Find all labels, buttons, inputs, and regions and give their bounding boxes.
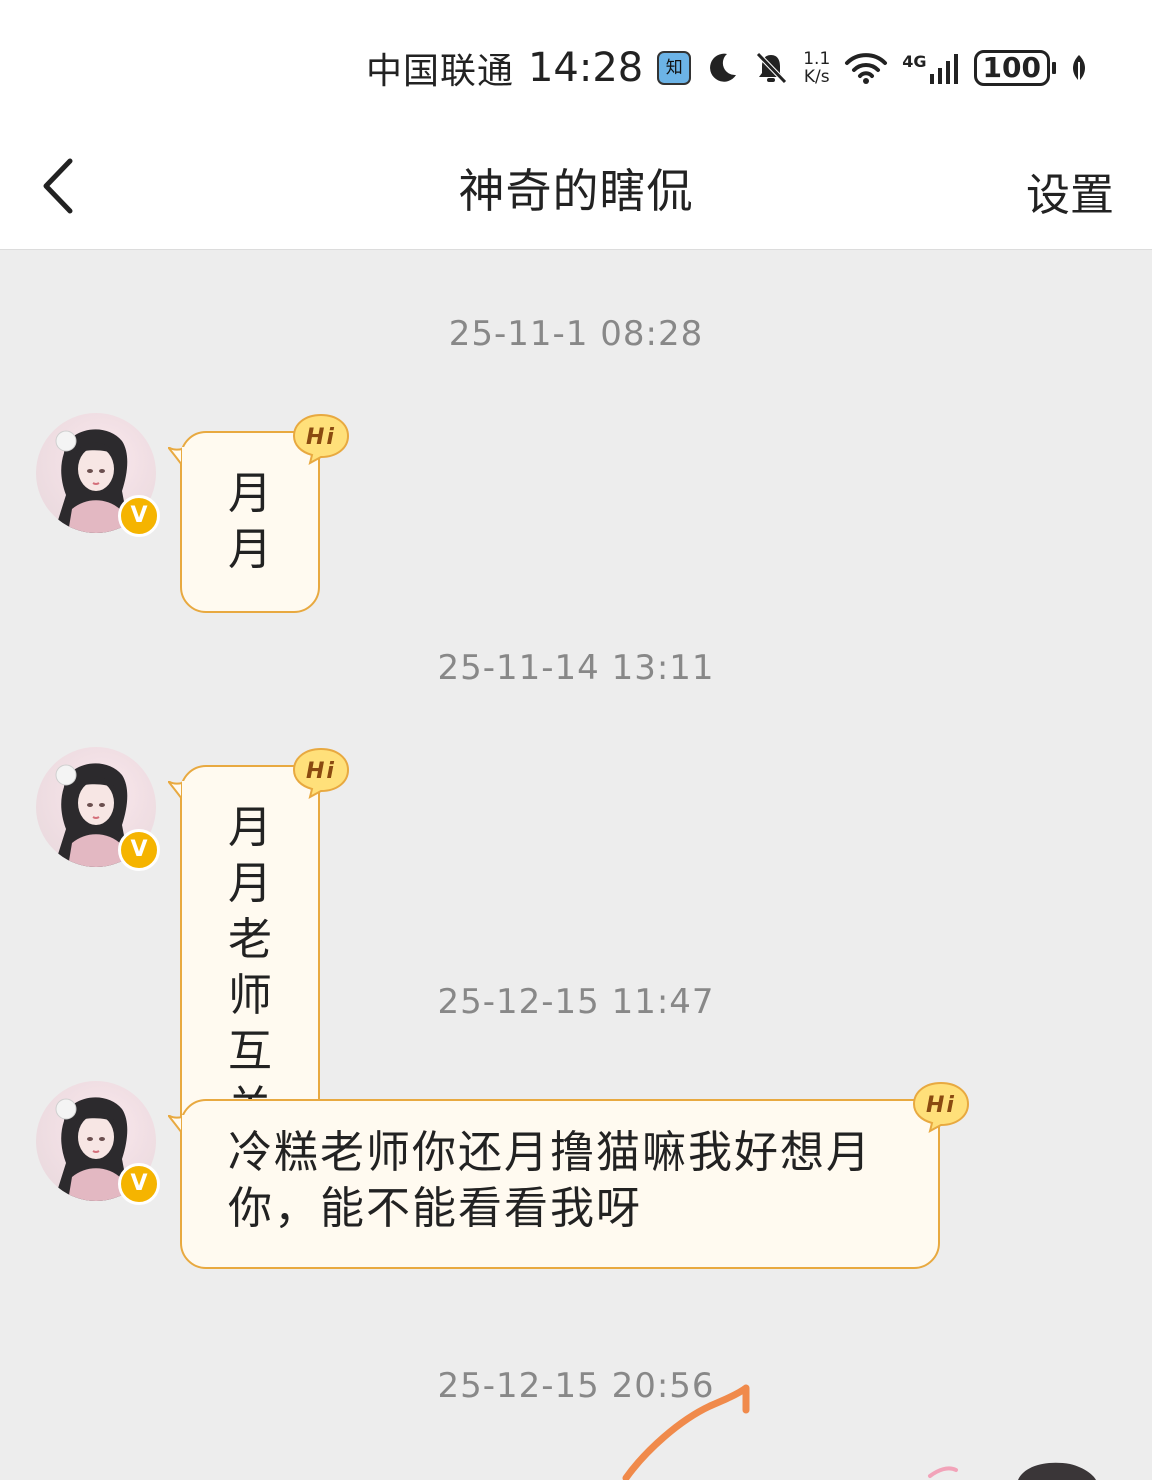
bubble-tail [168,1115,188,1135]
speed-value: 1.1 [803,49,831,69]
verified-badge-icon: V [118,829,160,871]
speed-unit: K/s [803,67,830,87]
message-bubble[interactable]: 月月 Hi [168,413,350,613]
hi-badge-icon: Hi [912,1081,970,1133]
page-title: 神奇的瞎侃 [458,164,694,218]
hi-badge-icon: Hi [292,413,350,465]
verified-badge-icon: V [118,1163,160,1205]
settings-button[interactable]: 设置 [1026,159,1114,223]
message-timestamp: 25-11-1 08:28 [448,314,704,354]
status-indicators: 中国联通 14:28 知 1.1 K/s 4G 100 [366,44,1088,92]
signal-bars-icon [929,54,958,84]
message-timestamp: 25-11-14 13:11 [437,648,715,688]
bubble-tail [168,447,188,467]
leaf-icon [1073,55,1085,81]
network-type: 4G [902,52,927,71]
hi-badge-icon: Hi [292,747,350,799]
clock: 14:28 [527,45,644,91]
battery-tip [1052,62,1056,74]
message-text: 冷糕老师你还月撸猫嘛我好想月你，能不能看看我呀 [228,1127,872,1234]
bell-muted-icon [756,52,788,84]
hi-badge-text: Hi [306,759,336,784]
wifi-icon [845,53,888,84]
zhihu-notification-icon: 知 [657,51,692,85]
verified-badge-icon: V [118,495,160,537]
signal-4g: 4G [902,52,959,84]
network-speed: 1.1 K/s [803,50,830,86]
hi-badge-text: Hi [306,425,336,450]
status-bar: 中国联通 14:28 知 1.1 K/s 4G 100 [0,0,1152,125]
nav-bar: 神奇的瞎侃 设置 [0,125,1152,250]
moon-icon [710,53,737,82]
bubble-tail [168,781,188,801]
battery-indicator: 100 [973,50,1056,86]
battery-level: 100 [973,50,1050,86]
message-timestamp: 25-12-15 11:47 [437,982,715,1022]
message-bubble[interactable]: 冷糕老师你还月撸猫嘛我好想月你，能不能看看我呀 Hi [168,1081,970,1269]
hi-badge-text: Hi [926,1093,956,1118]
carrier-name: 中国联通 [365,51,514,92]
message-text: 月月 [228,468,274,575]
annotation-stroke [622,1384,1096,1480]
